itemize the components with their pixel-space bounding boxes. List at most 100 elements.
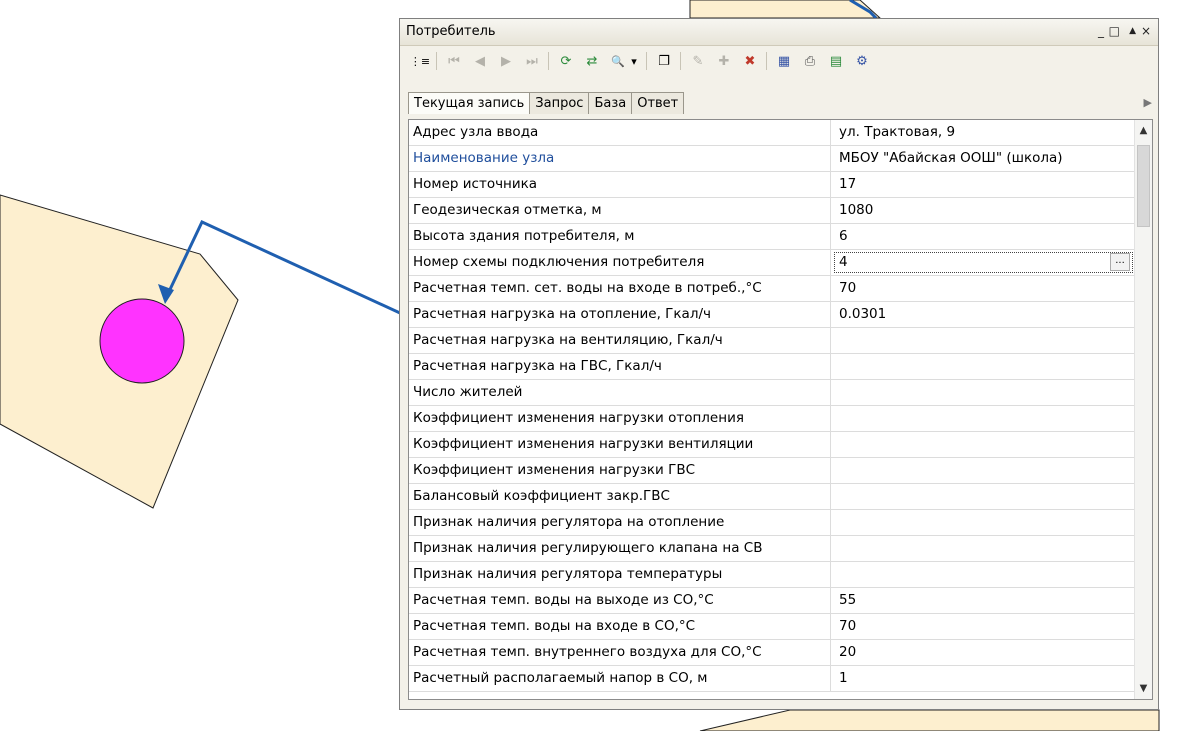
building-polygon-top[interactable] (689, 0, 882, 19)
field-name: Номер источника (409, 172, 831, 197)
field-name: Расчетная темп. воды на выходе из СО,°С (409, 588, 831, 613)
dropdown-icon[interactable]: ▾ (628, 51, 640, 71)
field-value[interactable] (832, 536, 1135, 561)
tab-scroll-right-icon[interactable]: ▶ (1144, 96, 1152, 109)
table-row[interactable]: Расчетная нагрузка на вентиляцию, Гкал/ч (409, 328, 1135, 354)
minimize-icon[interactable]: _ (1098, 24, 1104, 38)
vertical-scrollbar[interactable]: ▲ ▼ (1134, 120, 1152, 699)
table-row[interactable]: Коэффициент изменения нагрузки отопления (409, 406, 1135, 432)
table-row[interactable]: Балансовый коэффициент закр.ГВС (409, 484, 1135, 510)
field-value[interactable] (832, 328, 1135, 353)
first-record-icon[interactable]: ⏮ (444, 51, 464, 71)
table-row[interactable]: Число жителей (409, 380, 1135, 406)
table-row[interactable]: Высота здания потребителя, м 6 (409, 224, 1135, 250)
field-value[interactable] (832, 432, 1135, 457)
toolbar-separator (436, 52, 437, 70)
table-row[interactable]: Расчетная темп. воды на выходе из СО,°С 5… (409, 588, 1135, 614)
next-record-icon[interactable]: ▶ (496, 51, 516, 71)
table-row[interactable]: Расчетная нагрузка на отопление, Гкал/ч 0… (409, 302, 1135, 328)
field-value[interactable] (832, 380, 1135, 405)
table-row[interactable]: Наименование узла МБОУ "Абайская ООШ" (шк… (409, 146, 1135, 172)
field-value[interactable]: 0.0301 (832, 302, 1135, 327)
field-name: Расчетная нагрузка на ГВС, Гкал/ч (409, 354, 831, 379)
scroll-thumb[interactable] (1137, 145, 1150, 227)
field-value[interactable]: 20 (832, 640, 1135, 665)
panel-titlebar[interactable]: Потребитель _ □ ▲ × (400, 19, 1158, 46)
field-name: Расчетная нагрузка на вентиляцию, Гкал/ч (409, 328, 831, 353)
maximize-icon[interactable]: □ (1109, 24, 1120, 38)
field-value[interactable]: 1 (832, 666, 1135, 691)
new-window-icon[interactable]: ❐ (654, 51, 674, 71)
find-icon[interactable]: 🔍 (608, 51, 628, 71)
table-row[interactable]: Признак наличия регулирующего клапана на… (409, 536, 1135, 562)
print-icon[interactable]: ⎙ (800, 51, 820, 71)
tab-current-record[interactable]: Текущая запись (408, 92, 531, 114)
table-row[interactable]: Геодезическая отметка, м 1080 (409, 198, 1135, 224)
field-value-text: 17 (839, 176, 857, 192)
table-row[interactable]: Признак наличия регулятора температуры (409, 562, 1135, 588)
field-value[interactable]: МБОУ "Абайская ООШ" (школа) (832, 146, 1135, 171)
field-value[interactable]: 4... (832, 250, 1135, 275)
sync-icon[interactable]: ⇄ (582, 51, 602, 71)
refresh-icon[interactable]: ⟳ (556, 51, 576, 71)
field-value[interactable]: 70 (832, 614, 1135, 639)
scroll-down-icon[interactable]: ▼ (1135, 680, 1152, 697)
export-icon[interactable]: ▤ (826, 51, 846, 71)
ellipsis-button[interactable]: ... (1110, 253, 1130, 271)
field-value[interactable]: 1080 (832, 198, 1135, 223)
tab-strip: Текущая запись Запрос База Ответ (408, 92, 685, 114)
field-value[interactable]: 17 (832, 172, 1135, 197)
field-value[interactable]: ул. Трактовая, 9 (832, 120, 1135, 145)
field-name: Наименование узла (409, 146, 831, 171)
toolbar-separator (548, 52, 549, 70)
tab-database[interactable]: База (588, 92, 633, 114)
fields-icon[interactable]: ⋮≡ (410, 51, 430, 71)
close-icon[interactable]: × (1141, 24, 1151, 38)
tab-query[interactable]: Запрос (529, 92, 590, 114)
field-value[interactable]: 70 (832, 276, 1135, 301)
field-value-text: 6 (839, 228, 848, 244)
field-value-text: 55 (839, 592, 857, 608)
field-value-text: ул. Трактовая, 9 (839, 124, 956, 140)
table-row[interactable]: Номер схемы подключения потребителя 4... (409, 250, 1135, 276)
table-row[interactable]: Номер источника 17 (409, 172, 1135, 198)
building-polygon-bottom[interactable] (699, 709, 1160, 731)
field-name: Геодезическая отметка, м (409, 198, 831, 223)
toolbar-separator (646, 52, 647, 70)
last-record-icon[interactable]: ⏭ (522, 51, 542, 71)
record-grid[interactable]: Расчетный располагаемый напор в СО, м 1 Ра… (408, 119, 1153, 700)
consumer-node[interactable] (99, 298, 185, 384)
field-value[interactable] (832, 484, 1135, 509)
table-row[interactable]: Расчетная нагрузка на ГВС, Гкал/ч (409, 354, 1135, 380)
database-icon[interactable]: ▦ (774, 51, 794, 71)
field-value[interactable]: 55 (832, 588, 1135, 613)
prev-record-icon[interactable]: ◀ (470, 51, 490, 71)
table-row[interactable]: Адрес узла ввода ул. Трактовая, 9 (409, 120, 1135, 146)
tab-answer[interactable]: Ответ (631, 92, 685, 114)
collapse-icon[interactable]: ▲ (1129, 24, 1136, 38)
table-row[interactable]: Коэффициент изменения нагрузки вентиляци… (409, 432, 1135, 458)
field-value[interactable]: 6 (832, 224, 1135, 249)
field-name: Расчетная темп. воды на входе в СО,°С (409, 614, 831, 639)
table-row[interactable]: Расчетная темп. внутреннего воздуха для … (409, 640, 1135, 666)
field-value[interactable] (832, 354, 1135, 379)
field-name: Расчетная темп. внутреннего воздуха для … (409, 640, 831, 665)
scroll-up-icon[interactable]: ▲ (1135, 122, 1152, 139)
field-value[interactable] (832, 562, 1135, 587)
add-record-icon[interactable]: ✚ (714, 51, 734, 71)
field-value[interactable] (832, 406, 1135, 431)
field-name: Адрес узла ввода (409, 120, 831, 145)
panel-title: Потребитель (406, 24, 496, 39)
field-value-text: 70 (839, 280, 857, 296)
settings-icon[interactable]: ⚙ (852, 51, 872, 71)
table-row[interactable]: Коэффициент изменения нагрузки ГВС (409, 458, 1135, 484)
table-row[interactable]: Расчетная темп. воды на входе в СО,°С 70 (409, 614, 1135, 640)
table-row[interactable]: Расчетный располагаемый напор в СО, м 1 (409, 666, 1135, 692)
table-row[interactable]: Признак наличия регулятора на отопление (409, 510, 1135, 536)
field-value-text: МБОУ "Абайская ООШ" (школа) (839, 150, 1063, 166)
delete-record-icon[interactable]: ✖ (740, 51, 760, 71)
field-value[interactable] (832, 510, 1135, 535)
table-row[interactable]: Расчетная темп. сет. воды на входе в пот… (409, 276, 1135, 302)
field-value[interactable] (832, 458, 1135, 483)
edit-record-icon[interactable]: ✎ (688, 51, 708, 71)
